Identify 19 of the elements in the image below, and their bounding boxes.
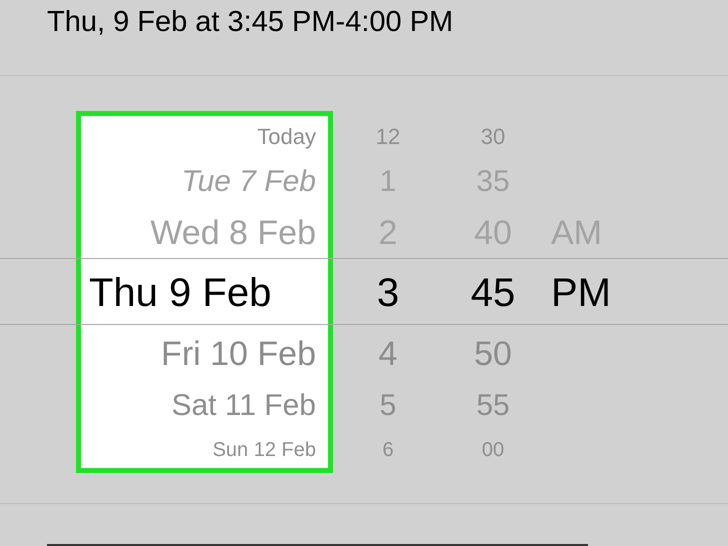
- picker-item[interactable]: 4: [378, 336, 398, 370]
- event-time-title: Thu, 9 Feb at 3:45 PM-4:00 PM: [47, 5, 454, 40]
- picker-item[interactable]: 00: [482, 440, 504, 460]
- picker-item[interactable]: PM: [551, 272, 611, 312]
- picker-item[interactable]: Fri 10 Feb: [161, 336, 316, 370]
- picker-item[interactable]: Tue 7 Feb: [181, 167, 316, 197]
- picker-item[interactable]: 12: [376, 126, 400, 148]
- picker-item[interactable]: Today: [257, 126, 316, 148]
- picker-item[interactable]: 6: [382, 440, 394, 460]
- picker-item[interactable]: 3: [376, 272, 400, 312]
- picker-item[interactable]: 5: [380, 391, 396, 421]
- picker-item[interactable]: 30: [480, 126, 506, 148]
- picker-item[interactable]: Wed 8 Feb: [150, 216, 316, 250]
- picker-item[interactable]: 45: [470, 272, 516, 312]
- picker-item[interactable]: Sun 12 Feb: [212, 440, 316, 460]
- picker-item[interactable]: Thu 9 Feb: [89, 272, 272, 312]
- picker-item[interactable]: 55: [476, 391, 510, 421]
- picker-item[interactable]: Sat 11 Feb: [171, 391, 316, 421]
- picker-item[interactable]: 50: [474, 336, 512, 370]
